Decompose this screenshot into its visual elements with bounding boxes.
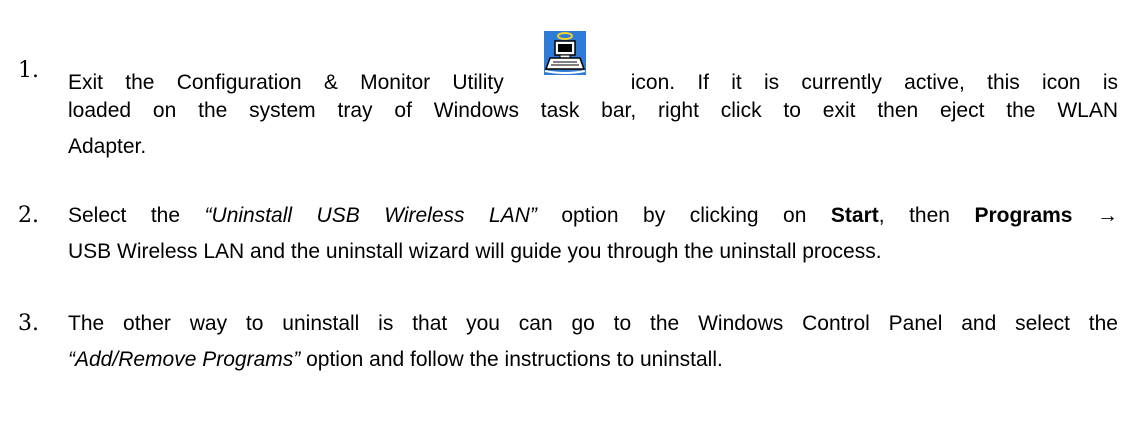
item-text: The other way to uninstall is that you c… bbox=[68, 306, 1118, 378]
text-segment: option by clicking on bbox=[536, 204, 831, 227]
item-line-2: USB Wireless LAN and the uninstall wizar… bbox=[68, 240, 882, 263]
item-text-after-icon: icon. If it is currently active, this ic… bbox=[630, 71, 1118, 94]
instruction-item-3: 3. The other way to uninstall is that yo… bbox=[18, 306, 1118, 378]
text-segment: , then bbox=[878, 204, 975, 227]
programs-menu-label: Programs bbox=[974, 204, 1073, 227]
uninstall-option-name: “Uninstall USB Wireless LAN” bbox=[204, 204, 537, 227]
item-number: 1. bbox=[18, 58, 39, 83]
item-line-1: Select the “Uninstall USB Wireless LAN” … bbox=[68, 198, 1118, 234]
item-line-2: “Add/Remove Programs” option and follow … bbox=[68, 342, 1118, 378]
item-text-before-icon: Exit the Configuration & Monitor Utility bbox=[68, 71, 504, 94]
text-segment: Select the bbox=[68, 204, 205, 227]
item-number: 3. bbox=[18, 311, 39, 336]
arrow-right-icon: → bbox=[1097, 204, 1118, 227]
instruction-item-2: 2. Select the “Uninstall USB Wireless LA… bbox=[18, 198, 1118, 270]
instruction-item-1: 1. Exit the Configuration & Monitor Util… bbox=[18, 31, 1118, 165]
add-remove-programs-option-name: “Add/Remove Programs” bbox=[68, 348, 301, 371]
wlan-utility-computer-icon bbox=[543, 31, 586, 75]
start-menu-label: Start bbox=[830, 204, 879, 227]
item-text: Select the “Uninstall USB Wireless LAN” … bbox=[68, 198, 1118, 270]
item-number: 2. bbox=[18, 203, 39, 228]
item-line-2: loaded on the system tray of Windows tas… bbox=[68, 99, 1118, 122]
item-line-3: Adapter. bbox=[68, 135, 147, 158]
text-segment: option and follow the instructions to un… bbox=[300, 348, 723, 371]
item-line-1: The other way to uninstall is that you c… bbox=[68, 312, 1118, 335]
item-text: Exit the Configuration & Monitor Utility… bbox=[68, 31, 1118, 165]
